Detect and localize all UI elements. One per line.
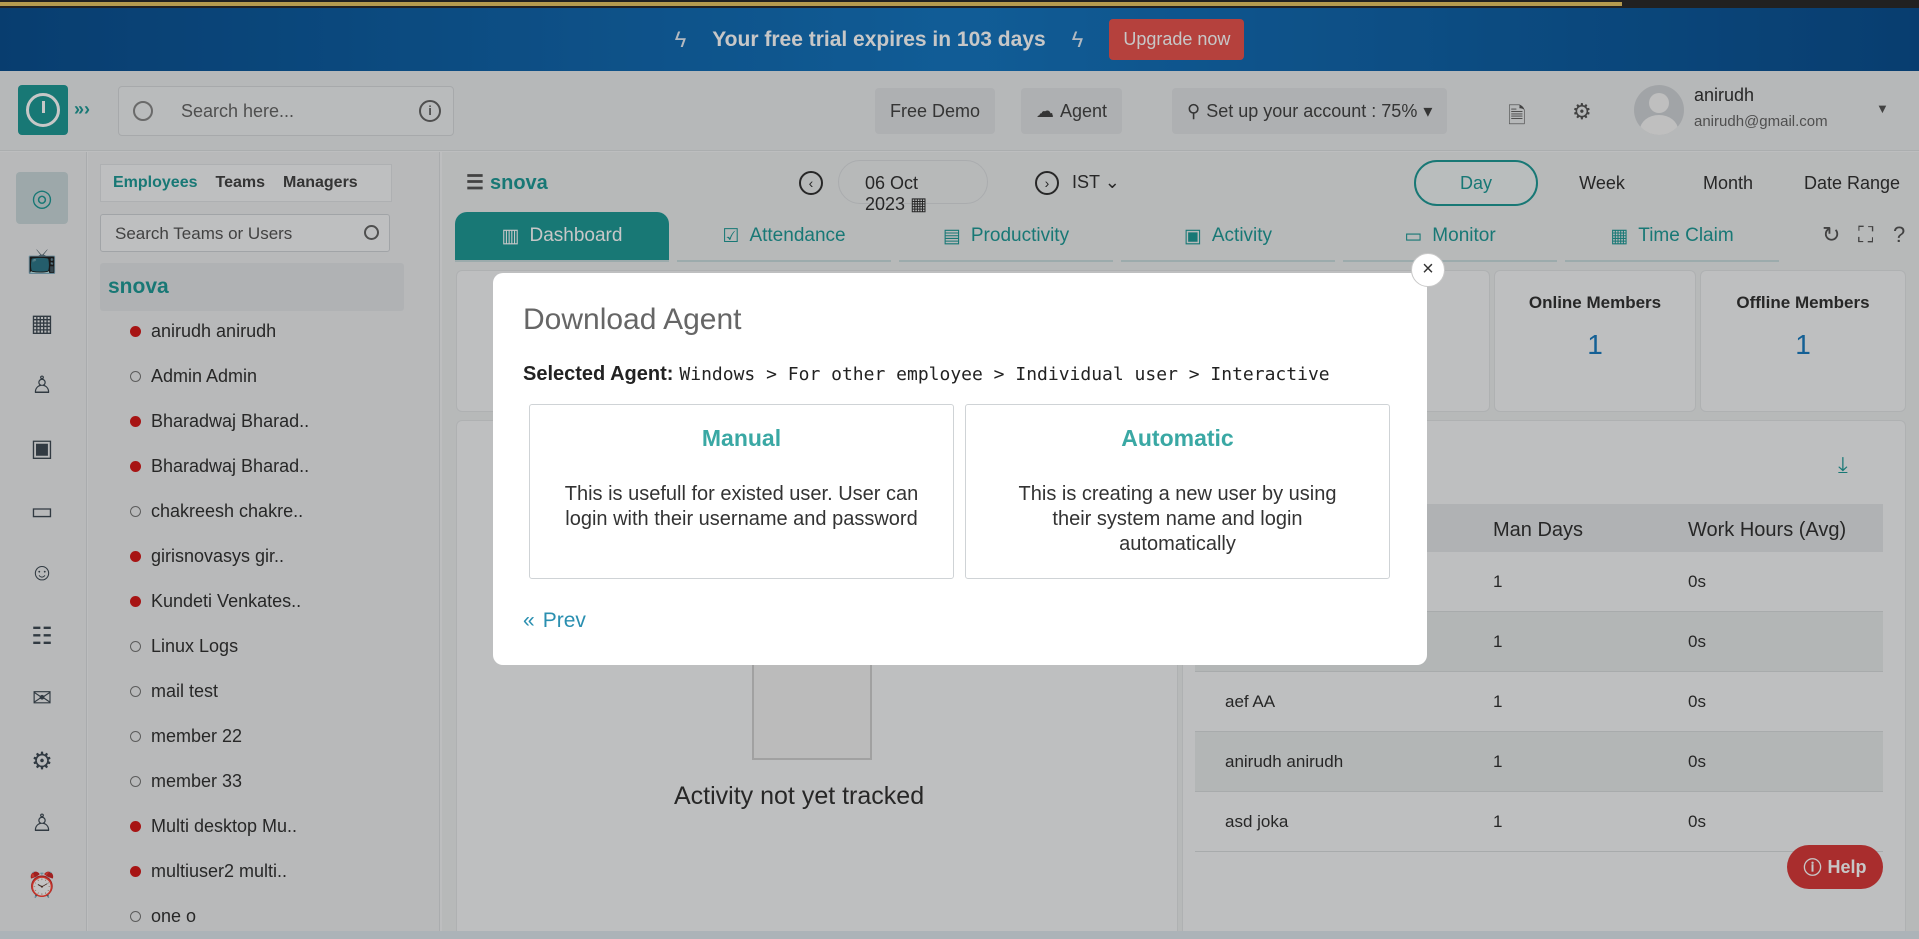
automatic-option-title: Automatic [1121,425,1234,451]
selected-agent: Selected Agent: Windows > For other emplo… [523,363,1330,385]
manual-option-title: Manual [701,425,782,451]
modal-title: Download Agent [523,303,742,336]
manual-option-card[interactable]: Manual This is usefull for existed user.… [529,404,954,579]
download-agent-modal: Download Agent Selected Agent: Windows > … [493,273,1427,665]
double-chevron-left-icon: « [523,609,535,632]
automatic-option-card[interactable]: Automatic This is creating a new user by… [965,404,1390,579]
automatic-option-desc: This is creating a new user by using the… [1018,483,1337,555]
close-icon[interactable]: × [1411,253,1445,287]
manual-option-desc: This is usefull for existed user. User c… [564,483,919,530]
prev-button[interactable]: «Prev [523,609,586,633]
